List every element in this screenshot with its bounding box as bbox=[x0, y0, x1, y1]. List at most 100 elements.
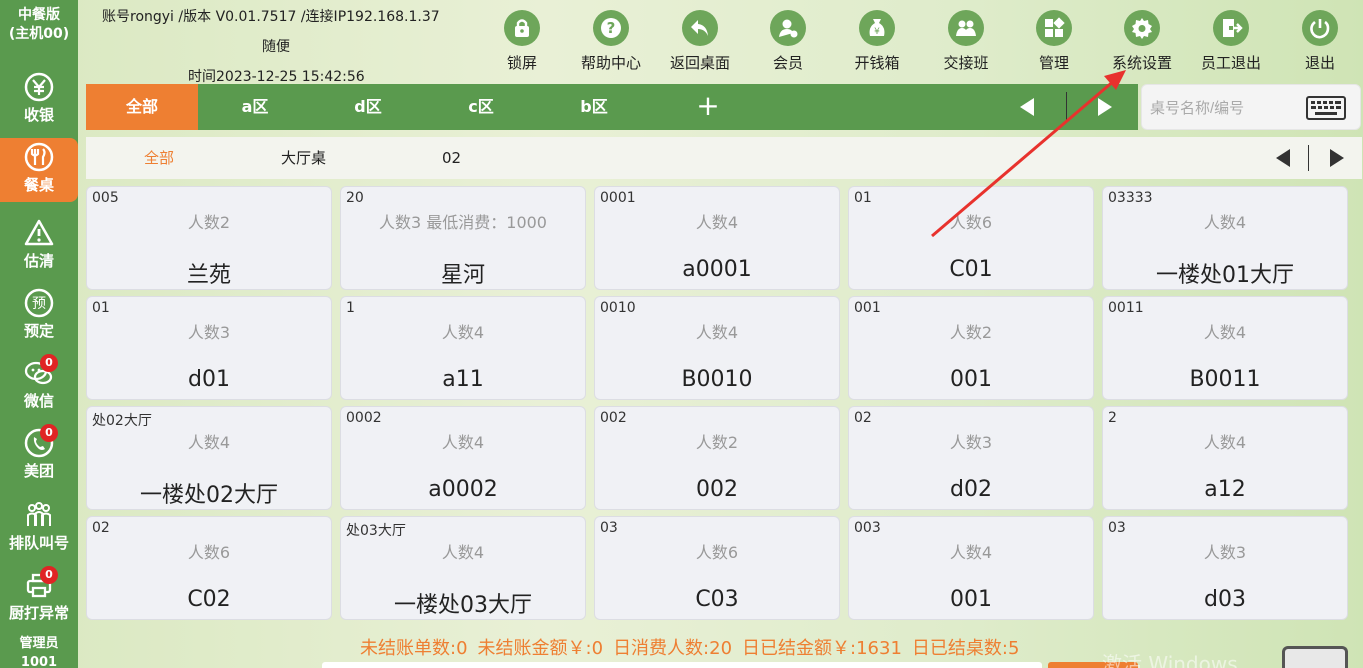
operator-info: 管理员 1001 bbox=[19, 636, 59, 668]
return-desktop-button[interactable]: 返回桌面 bbox=[660, 8, 740, 74]
table-card[interactable]: 处03大厅 人数4 一楼处03大厅 bbox=[340, 516, 586, 620]
help-center-button[interactable]: ? 帮助中心 bbox=[571, 8, 651, 74]
sidebar-item-wechat[interactable]: 0 微信 bbox=[0, 354, 78, 418]
table-card[interactable]: 处02大厅 人数4 一楼处02大厅 bbox=[86, 406, 332, 510]
shift-icon bbox=[956, 20, 976, 36]
account-version-ip: 账号rongyi /版本 V0.01.7517 /连接IP192.168.1.3… bbox=[102, 9, 440, 25]
sub-tab-bar: 全部 大厅桌 02 bbox=[86, 137, 1362, 179]
store-name: 随便 bbox=[262, 39, 290, 55]
table-name: 002 bbox=[696, 477, 738, 502]
table-card[interactable]: 005 人数2 兰苑 bbox=[86, 186, 332, 290]
table-card[interactable]: 02 人数6 C02 bbox=[86, 516, 332, 620]
manage-icon bbox=[1045, 17, 1065, 37]
meituan-badge: 0 bbox=[40, 424, 58, 442]
area-tab-a[interactable]: a区 bbox=[199, 84, 311, 130]
table-card[interactable]: 20 人数3 最低消费：1000 星河 bbox=[340, 186, 586, 290]
table-code: 02 bbox=[92, 520, 110, 536]
table-guests: 人数2 bbox=[187, 213, 231, 232]
sub-tab-all[interactable]: 全部 bbox=[144, 137, 174, 179]
table-search-input[interactable] bbox=[1150, 93, 1300, 123]
table-code: 1 bbox=[346, 300, 355, 316]
table-search-box bbox=[1141, 84, 1361, 130]
table-card[interactable]: 0010 人数4 B0010 bbox=[594, 296, 840, 400]
sub-prev-arrow-icon[interactable] bbox=[1276, 149, 1290, 167]
sidebar-item-cashier[interactable]: 收银 bbox=[0, 68, 78, 132]
kitchen-print-badge: 0 bbox=[40, 566, 58, 584]
table-card[interactable]: 0002 人数4 a0002 bbox=[340, 406, 586, 510]
sidebar-item-label: 美团 bbox=[23, 462, 54, 480]
table-code: 0001 bbox=[600, 190, 636, 206]
lock-screen-button[interactable]: 锁屏 bbox=[482, 8, 562, 74]
svg-text:¥: ¥ bbox=[874, 27, 880, 37]
area-tab-all[interactable]: 全部 bbox=[86, 84, 198, 130]
exit-button[interactable]: 退出 bbox=[1280, 8, 1360, 74]
table-card[interactable]: 2 人数4 a12 bbox=[1102, 406, 1348, 510]
table-card[interactable]: 02 人数3 d02 bbox=[848, 406, 1094, 510]
table-card[interactable]: 0001 人数4 a0001 bbox=[594, 186, 840, 290]
table-guests: 人数3 bbox=[187, 323, 231, 342]
table-guests: 人数4 bbox=[695, 323, 739, 342]
table-name: a12 bbox=[1204, 477, 1246, 502]
unsettled-amount: 未结账金额￥:0 bbox=[477, 638, 604, 659]
sidebar-item-stockout[interactable]: 估清 bbox=[0, 214, 78, 278]
table-name: 001 bbox=[950, 367, 992, 392]
table-name: C03 bbox=[695, 587, 739, 612]
corner-widget[interactable] bbox=[1282, 646, 1348, 668]
sidebar-item-reservation[interactable]: 预 预定 bbox=[0, 284, 78, 348]
sidebar-item-tables[interactable]: 餐桌 bbox=[0, 138, 78, 202]
area-tab-d[interactable]: d区 bbox=[312, 84, 424, 130]
keyboard-icon[interactable] bbox=[1306, 96, 1346, 120]
footer-input-strip bbox=[322, 662, 1042, 668]
table-guests: 人数4 bbox=[1203, 323, 1247, 342]
table-name: 001 bbox=[950, 587, 992, 612]
open-cashbox-button[interactable]: ¥ 开钱箱 bbox=[837, 8, 917, 74]
table-name: a11 bbox=[442, 367, 484, 392]
table-code: 0002 bbox=[346, 410, 382, 426]
table-code: 处03大厅 bbox=[346, 523, 406, 539]
table-guests: 人数3 bbox=[949, 433, 993, 452]
table-guests: 人数4 bbox=[441, 433, 485, 452]
power-icon bbox=[1310, 19, 1330, 39]
member-button[interactable]: 会员 bbox=[748, 8, 828, 74]
help-icon: ? bbox=[601, 18, 621, 38]
sub-tab-02[interactable]: 02 bbox=[442, 137, 461, 179]
table-guests: 人数2 bbox=[949, 323, 993, 342]
area-tab-c[interactable]: c区 bbox=[425, 84, 537, 130]
table-guests: 人数6 bbox=[187, 543, 231, 562]
table-card[interactable]: 002 人数2 002 bbox=[594, 406, 840, 510]
table-code: 003 bbox=[854, 520, 881, 536]
table-name: 星河 bbox=[440, 263, 485, 288]
table-card[interactable]: 0011 人数4 B0011 bbox=[1102, 296, 1348, 400]
table-name: 一楼处02大厅 bbox=[140, 483, 278, 508]
sidebar-item-queue[interactable]: 排队叫号 bbox=[0, 496, 78, 560]
table-card[interactable]: 1 人数4 a11 bbox=[340, 296, 586, 400]
table-name: d01 bbox=[188, 367, 230, 392]
table-card[interactable]: 001 人数2 001 bbox=[848, 296, 1094, 400]
edition-label: 中餐版 (主机00) bbox=[8, 7, 70, 42]
sidebar-item-meituan[interactable]: 0 美团 bbox=[0, 424, 78, 488]
table-code: 处02大厅 bbox=[92, 413, 152, 429]
table-name: a0001 bbox=[682, 257, 752, 282]
table-code: 03 bbox=[600, 520, 618, 536]
table-card[interactable]: 03 人数6 C03 bbox=[594, 516, 840, 620]
gear-icon bbox=[1132, 18, 1152, 39]
svg-text:预: 预 bbox=[32, 296, 46, 312]
member-icon bbox=[779, 19, 798, 38]
sub-divider bbox=[1308, 145, 1309, 171]
table-card[interactable]: 01 人数3 d01 bbox=[86, 296, 332, 400]
area-tab-b[interactable]: b区 bbox=[538, 84, 650, 130]
sidebar-item-kitchen-print[interactable]: 0 厨打异常 bbox=[0, 566, 78, 630]
staff-logout-button[interactable]: 员工退出 bbox=[1191, 8, 1271, 74]
table-card[interactable]: 003 人数4 001 bbox=[848, 516, 1094, 620]
sub-tab-hall[interactable]: 大厅桌 bbox=[281, 137, 326, 179]
daily-guests: 日消费人数:20 bbox=[613, 638, 733, 659]
table-guests: 人数3 bbox=[1203, 543, 1247, 562]
table-guests: 人数2 bbox=[695, 433, 739, 452]
queue-icon bbox=[27, 502, 51, 526]
sidebar-item-label: 估清 bbox=[23, 252, 54, 270]
table-name: 兰苑 bbox=[186, 263, 231, 288]
add-area-button[interactable]: + bbox=[684, 84, 732, 130]
sub-next-arrow-icon[interactable] bbox=[1330, 149, 1344, 167]
settled-tables: 日已结桌数:5 bbox=[911, 638, 1020, 659]
table-card[interactable]: 03 人数3 d03 bbox=[1102, 516, 1348, 620]
